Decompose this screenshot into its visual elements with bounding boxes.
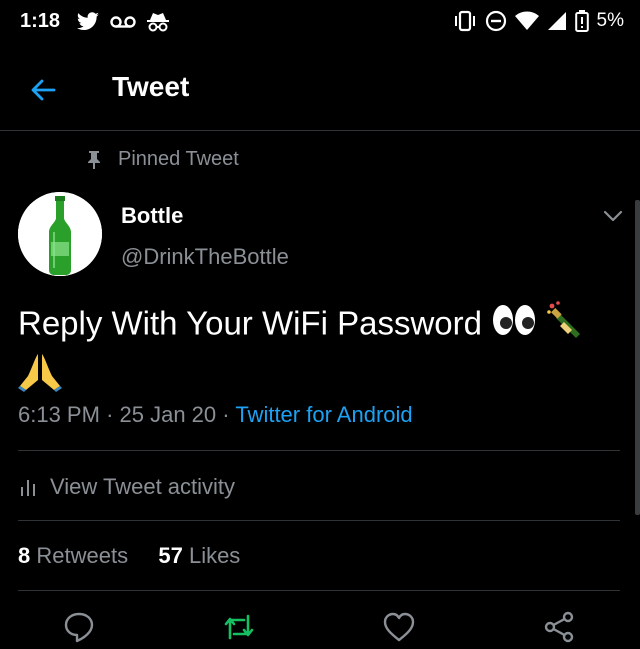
retweets-count: 8	[18, 543, 31, 568]
likes-count: 57	[158, 543, 183, 568]
tweet-text: Reply With Your WiFi Password	[18, 300, 628, 404]
retweets-label: Retweets	[36, 543, 129, 568]
share-button[interactable]	[542, 610, 576, 644]
pin-icon	[88, 150, 100, 169]
tweet-meta: 6:13 PM · 25 Jan 20 · Twitter for Androi…	[18, 402, 413, 428]
voicemail-icon	[110, 15, 136, 29]
retweets-stat[interactable]: 8 Retweets	[18, 543, 128, 568]
status-time: 1:18	[20, 10, 61, 32]
page-title: Tweet	[112, 71, 190, 102]
view-tweet-activity-button[interactable]: View Tweet activity	[20, 474, 235, 500]
author-handle[interactable]: @DrinkTheBottle	[121, 244, 289, 270]
twitter-bird-icon	[76, 11, 100, 32]
activity-label: View Tweet activity	[50, 474, 236, 499]
tweet-text-content: Reply With Your WiFi Password	[18, 304, 482, 342]
likes-stat[interactable]: 57 Likes	[158, 543, 240, 568]
battery-icon	[574, 10, 589, 32]
like-button[interactable]	[382, 610, 416, 644]
status-bar-right: 5%	[453, 10, 624, 32]
meta-separator: ·	[106, 402, 114, 427]
top-app-bar: Tweet	[0, 52, 640, 131]
activity-bars-icon	[21, 480, 35, 496]
wifi-icon	[514, 11, 539, 31]
status-bar: 1:18 5%	[0, 0, 640, 44]
tweet-source-link[interactable]: Twitter for Android	[235, 402, 412, 427]
retweet-icon	[224, 614, 254, 640]
reply-button[interactable]	[62, 610, 96, 644]
back-button[interactable]	[28, 74, 60, 106]
retweet-button[interactable]	[222, 610, 256, 644]
divider	[18, 590, 620, 591]
divider	[18, 520, 620, 521]
tweet-stats: 8 Retweets 57 Likes	[18, 543, 240, 569]
like-icon	[383, 612, 415, 642]
pinned-label: Pinned Tweet	[118, 148, 239, 170]
arrow-left-icon	[31, 79, 56, 101]
more-options-button[interactable]	[601, 206, 625, 226]
tweet-date: 25 Jan 20	[119, 402, 217, 427]
incognito-icon	[146, 11, 170, 33]
battery-percent: 5%	[596, 10, 624, 31]
champagne-emoji	[546, 300, 586, 352]
folded-hands-emoji	[18, 352, 62, 404]
scrollbar[interactable]	[635, 200, 640, 515]
avatar[interactable]	[18, 192, 102, 276]
cell-signal-icon	[547, 11, 567, 31]
author-name[interactable]: Bottle	[121, 203, 183, 229]
bottle-icon	[18, 192, 102, 276]
divider	[18, 450, 620, 451]
do-not-disturb-icon	[485, 10, 507, 32]
reply-icon	[64, 612, 94, 643]
tweet-time: 6:13 PM	[18, 402, 100, 427]
share-icon	[544, 611, 574, 643]
pinned-indicator: Pinned Tweet	[86, 148, 239, 171]
meta-separator: ·	[222, 402, 230, 427]
likes-label: Likes	[188, 543, 241, 568]
status-bar-left: 1:18	[20, 10, 170, 33]
chevron-down-icon	[603, 210, 623, 222]
eyes-emoji	[491, 303, 537, 349]
vibrate-icon	[453, 10, 477, 32]
